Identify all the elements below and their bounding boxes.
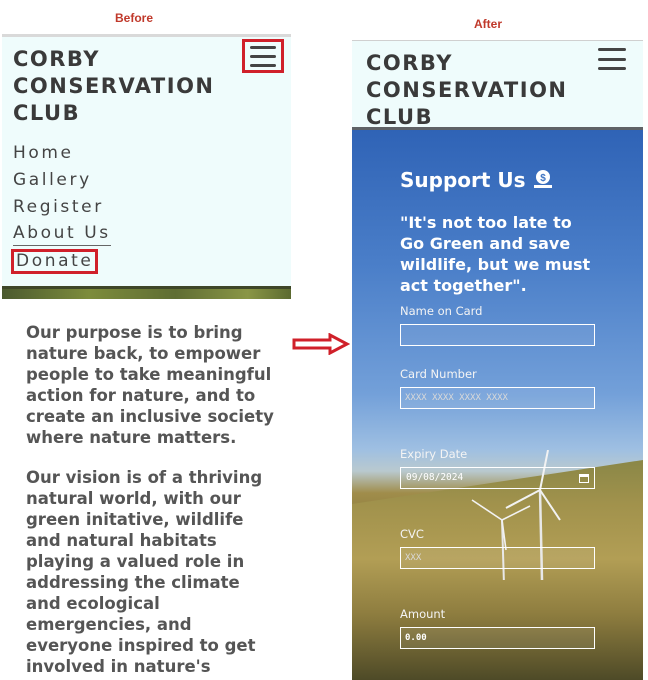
hamburger-bar (250, 63, 276, 67)
expiry-date-label: Expiry Date (400, 447, 468, 461)
expiry-date-value: 09/08/2024 (406, 472, 464, 483)
after-header: CORBY CONSERVATION CLUB (352, 41, 643, 130)
hamburger-bar (598, 57, 626, 61)
brand-line-1: CORBY (366, 51, 453, 75)
calendar-icon[interactable] (579, 473, 589, 483)
right-arrow-icon (292, 333, 350, 355)
card-number-label: Card Number (400, 367, 477, 381)
purpose-paragraph: Our purpose is to bring nature back, to … (26, 323, 274, 447)
hamburger-bar (598, 67, 626, 70)
expiry-date-input[interactable]: 09/08/2024 (400, 467, 595, 489)
before-caption: Before (115, 11, 154, 25)
money-icon: $ (533, 170, 552, 188)
hero-image-strip (2, 286, 291, 299)
brand-line-2: CONSERVATION (366, 78, 568, 102)
site-logo[interactable]: CORBY CONSERVATION CLUB (366, 50, 568, 131)
nav-item-register[interactable]: Register (13, 194, 104, 221)
vision-paragraph: Our vision is of a thriving natural worl… (26, 468, 263, 676)
form-quote: "It's not too late to Go Green and save … (400, 213, 591, 295)
hamburger-icon[interactable] (242, 39, 284, 73)
form-title: Support Us $ (400, 168, 600, 192)
name-on-card-input[interactable] (400, 324, 595, 346)
card-number-input[interactable] (400, 387, 595, 409)
after-screen: CORBY CONSERVATION CLUB Support Us $ "It… (352, 40, 643, 680)
brand-line-3: CLUB (366, 105, 434, 129)
nav-item-home[interactable]: Home (13, 140, 74, 167)
cvc-label: CVC (400, 527, 424, 541)
form-title-text: Support Us (400, 168, 526, 192)
cvc-input[interactable] (400, 547, 595, 569)
nav-menu: Home Gallery Register About Us Donate (11, 140, 111, 274)
hamburger-bar (250, 45, 276, 49)
hamburger-bar (598, 48, 626, 51)
nav-item-donate[interactable]: Donate (11, 249, 99, 274)
nav-item-gallery[interactable]: Gallery (13, 167, 92, 194)
brand-line-2: CONSERVATION (13, 74, 215, 98)
after-caption: After (474, 17, 503, 31)
amount-label: Amount (400, 607, 446, 621)
name-on-card-label: Name on Card (400, 304, 483, 318)
hamburger-bar (250, 54, 276, 58)
amount-input[interactable] (400, 627, 595, 649)
before-header: CORBY CONSERVATION CLUB Home Gallery Reg… (2, 34, 291, 286)
hamburger-icon[interactable] (598, 48, 628, 70)
nav-item-about-us[interactable]: About Us (13, 221, 111, 246)
brand-line-1: CORBY (13, 47, 100, 71)
brand-line-3: CLUB (13, 101, 81, 125)
site-logo[interactable]: CORBY CONSERVATION CLUB (13, 46, 215, 127)
svg-text:$: $ (540, 173, 546, 184)
donation-form: Support Us $ "It's not too late to Go Gr… (400, 168, 600, 296)
